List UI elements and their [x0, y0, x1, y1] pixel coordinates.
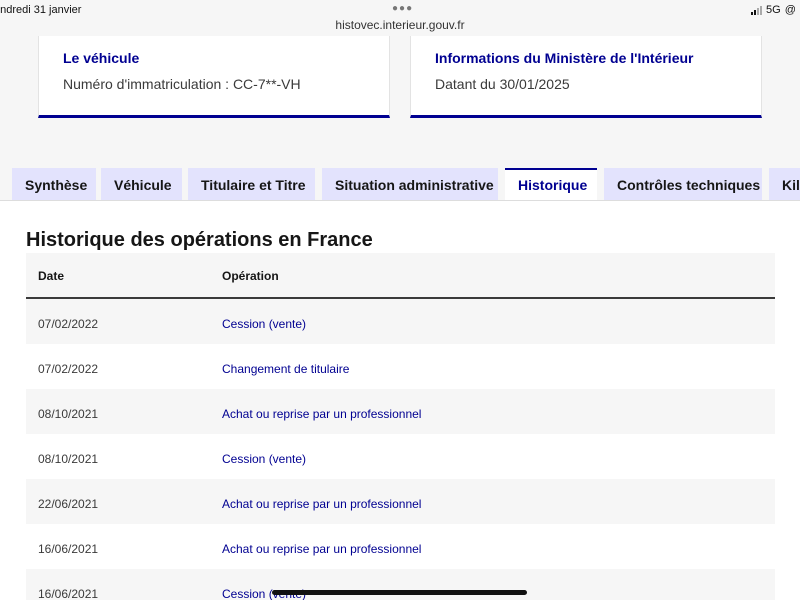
row-date: 07/02/2022 — [38, 362, 99, 376]
vehicle-card-text: Numéro d'immatriculation : CC-7**-VH — [63, 76, 301, 92]
signal-icon — [751, 5, 763, 15]
tab-controles-techniques[interactable]: Contrôles techniques — [604, 168, 762, 200]
row-date: 22/06/2021 — [38, 497, 99, 511]
history-table: Date Opération 07/02/2022 Cession (vente… — [26, 253, 775, 600]
tab-titulaire-titre[interactable]: Titulaire et Titre — [188, 168, 315, 200]
tab-synthese[interactable]: Synthèse — [12, 168, 96, 200]
table-row: 16/06/2021 Cession (vente) — [26, 569, 775, 600]
vehicle-card-title: Le véhicule — [63, 50, 140, 66]
row-date: 16/06/2021 — [38, 587, 99, 600]
vehicle-info-cards: Le véhicule Numéro d'immatriculation : C… — [0, 36, 800, 164]
table-header: Date Opération — [26, 253, 775, 299]
location-icon: @ — [784, 4, 796, 16]
row-date: 08/10/2021 — [38, 407, 99, 421]
table-row: 07/02/2022 Changement de titulaire — [26, 344, 775, 389]
table-row: 08/10/2021 Achat ou reprise par un profe… — [26, 389, 775, 434]
row-operation: Achat ou reprise par un professionnel — [222, 542, 422, 556]
row-operation: Achat ou reprise par un professionnel — [222, 407, 422, 421]
history-panel: Historique des opérations en France Date… — [0, 200, 800, 600]
ministry-card-title: Informations du Ministère de l'Intérieur — [435, 50, 694, 66]
table-row: 22/06/2021 Achat ou reprise par un profe… — [26, 479, 775, 524]
tab-historique[interactable]: Historique — [505, 168, 597, 201]
row-date: 07/02/2022 — [38, 317, 99, 331]
header-date: Date — [38, 269, 65, 283]
header-operation: Opération — [222, 269, 279, 283]
ministry-card-text: Datant du 30/01/2025 — [435, 76, 570, 92]
status-indicators: 5G @ 9 — [751, 4, 800, 16]
more-dots-icon[interactable]: ●●● — [392, 3, 413, 14]
table-row: 16/06/2021 Achat ou reprise par un profe… — [26, 524, 775, 569]
table-row: 07/02/2022 Cession (vente) — [26, 299, 775, 344]
table-row: 08/10/2021 Cession (vente) — [26, 434, 775, 479]
row-operation: Changement de titulaire — [222, 362, 350, 376]
tab-bar: Synthèse Véhicule Titulaire et Titre Sit… — [0, 168, 800, 201]
row-operation: Achat ou reprise par un professionnel — [222, 497, 422, 511]
row-operation: Cession (vente) — [222, 452, 307, 466]
row-date: 16/06/2021 — [38, 542, 99, 556]
row-operation: Cession (vente) — [222, 317, 307, 331]
home-indicator[interactable] — [272, 590, 527, 595]
network-label: 5G — [766, 4, 781, 16]
tab-vehicule[interactable]: Véhicule — [101, 168, 182, 200]
history-title: Historique des opérations en France — [26, 229, 373, 251]
table-body: 07/02/2022 Cession (vente) 07/02/2022 Ch… — [26, 299, 775, 600]
row-date: 08/10/2021 — [38, 452, 99, 466]
tab-situation-administrative[interactable]: Situation administrative — [322, 168, 498, 200]
ministry-card: Informations du Ministère de l'Intérieur… — [410, 36, 762, 118]
tab-kilometrage[interactable]: Kil — [769, 168, 800, 200]
status-time: endredi 31 janvier — [0, 4, 82, 16]
vehicle-card: Le véhicule Numéro d'immatriculation : C… — [38, 36, 390, 118]
url-bar[interactable]: histovec.interieur.gouv.fr — [0, 18, 800, 32]
